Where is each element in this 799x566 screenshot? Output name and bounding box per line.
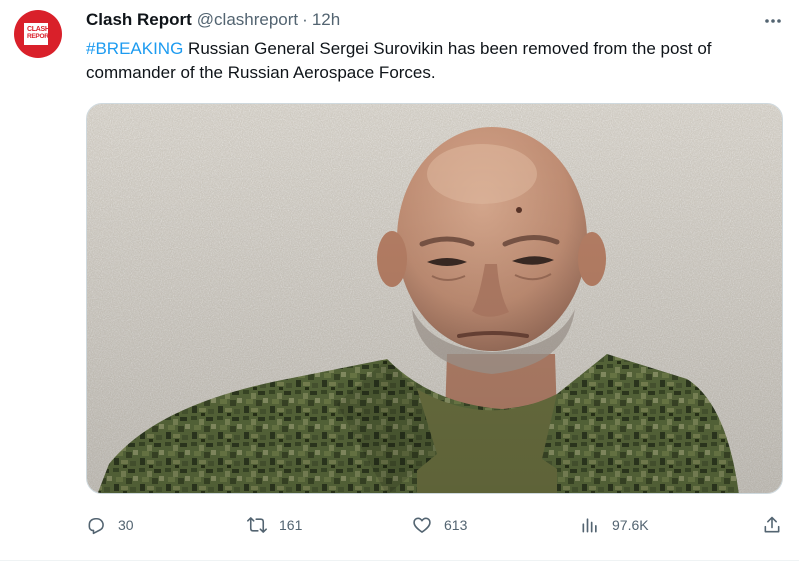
separator-dot: · — [302, 10, 308, 29]
like-button[interactable]: 613 — [412, 510, 467, 540]
share-button[interactable] — [762, 510, 782, 540]
tweet-header: Clash Report @clashreport · 12h — [86, 9, 340, 31]
tweet-photo[interactable] — [86, 103, 783, 494]
author-name[interactable]: Clash Report — [86, 10, 192, 30]
reply-icon — [88, 517, 104, 535]
reply-count: 30 — [118, 517, 134, 533]
retweet-button[interactable]: 161 — [247, 510, 302, 540]
tweet-timestamp[interactable]: 12h — [312, 10, 340, 30]
heart-icon — [413, 517, 431, 533]
like-count: 613 — [444, 517, 468, 533]
avatar[interactable]: CLASH REPORT — [14, 10, 62, 58]
avatar-logo-text-top: CLASH — [27, 26, 50, 33]
hashtag-link[interactable]: #BREAKING — [86, 39, 183, 58]
views-button[interactable]: 97.6K — [580, 510, 649, 540]
tweet-actions: 30 161 613 97.6K — [86, 510, 786, 540]
more-icon[interactable] — [762, 12, 784, 30]
tweet-text: #BREAKING Russian General Sergei Surovik… — [86, 37, 786, 85]
share-icon — [764, 516, 780, 533]
author-handle[interactable]: @clashreport — [197, 10, 298, 30]
retweet-count: 161 — [279, 517, 303, 533]
tweet-divider — [0, 560, 799, 561]
views-icon — [582, 518, 597, 533]
reply-button[interactable]: 30 — [86, 510, 134, 540]
retweet-icon — [247, 517, 267, 533]
avatar-logo-text-bottom: REPORT — [27, 33, 53, 40]
tweet[interactable]: CLASH REPORT Clash Report @clashreport ·… — [0, 0, 799, 566]
views-count: 97.6K — [612, 517, 649, 533]
